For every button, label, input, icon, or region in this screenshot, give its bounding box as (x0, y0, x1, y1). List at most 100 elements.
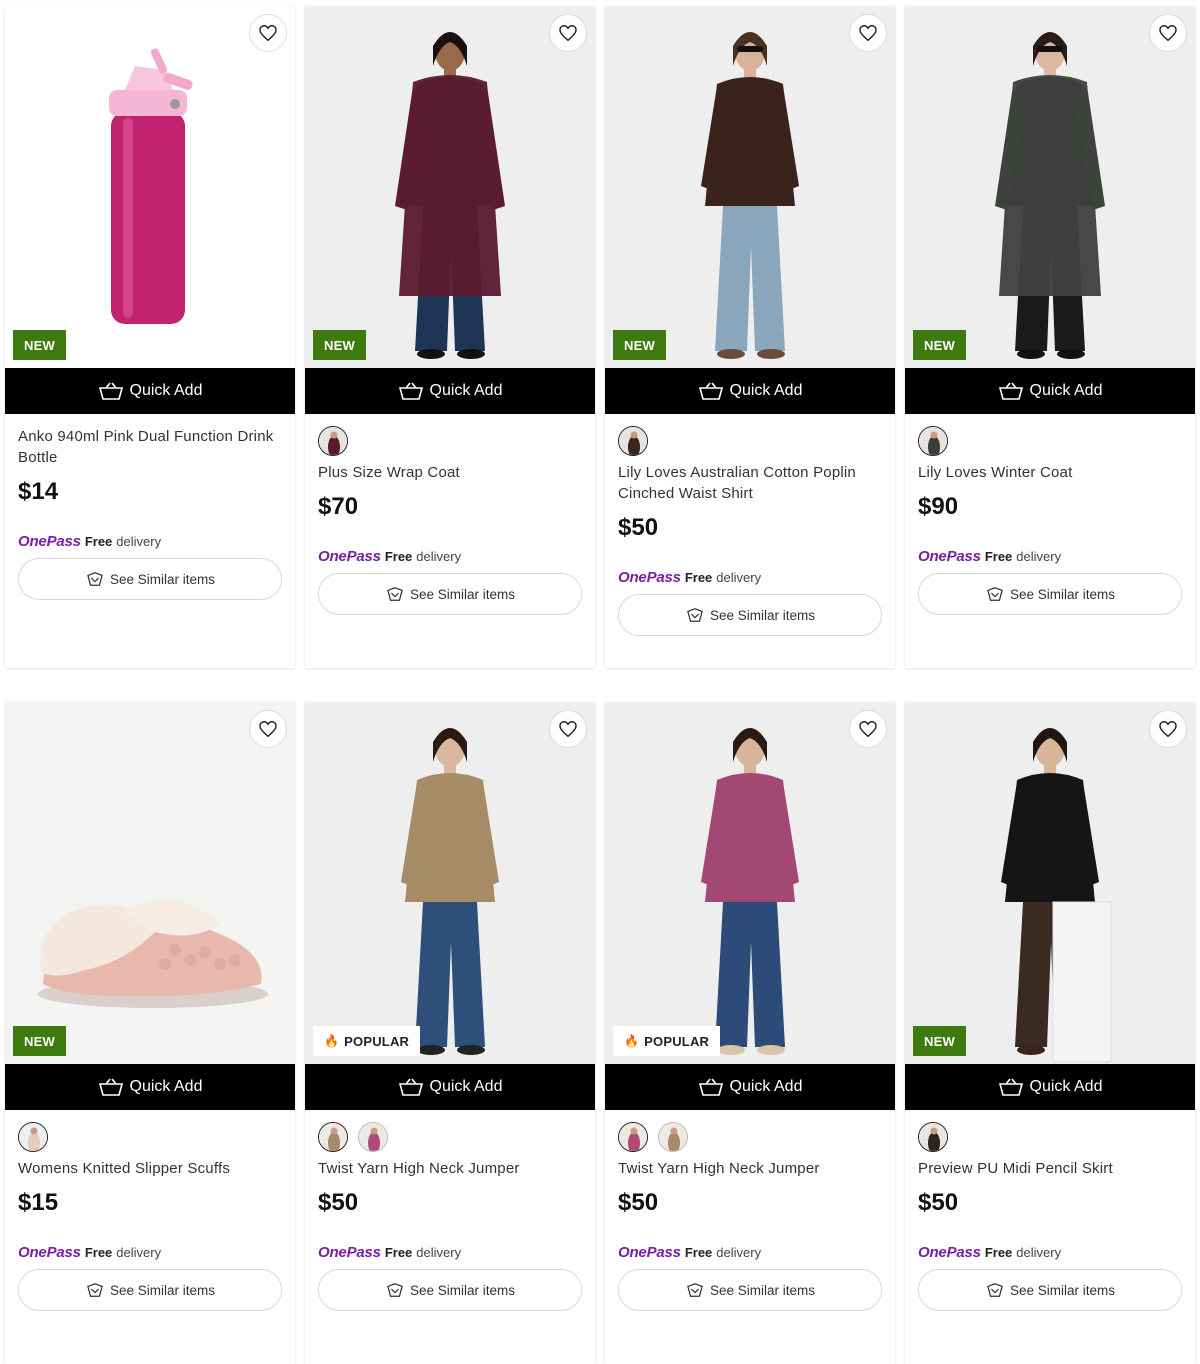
basket-icon (98, 1078, 130, 1096)
onepass-logo: OnePass (918, 548, 981, 565)
onepass-delivery: OnePass Free delivery (618, 1244, 882, 1261)
product-image[interactable]: NEW (905, 6, 1195, 368)
wishlist-button[interactable] (549, 14, 587, 52)
color-swatch-charcoal[interactable] (918, 426, 948, 456)
product-name[interactable]: Twist Yarn High Neck Jumper (618, 1158, 882, 1179)
popular-badge: 🔥 POPULAR (313, 1026, 421, 1056)
product-image[interactable]: NEW (305, 6, 595, 368)
product-name[interactable]: Plus Size Wrap Coat (318, 462, 582, 483)
new-badge: NEW (313, 330, 366, 360)
product-image[interactable]: NEW (605, 6, 895, 368)
delivery-label: delivery (116, 1245, 162, 1260)
quick-add-button[interactable]: Quick Add (905, 368, 1195, 414)
color-swatch-berry[interactable] (358, 1122, 388, 1152)
product-card[interactable]: NEW Quick Add Lily Loves Winter Coat $90… (905, 6, 1195, 668)
similar-icon (985, 586, 1010, 602)
product-info: Lily Loves Australian Cotton Poplin Cinc… (605, 414, 895, 636)
product-name[interactable]: Preview PU Midi Pencil Skirt (918, 1158, 1182, 1179)
product-card[interactable]: NEW Quick Add Preview PU Midi Pencil Ski… (905, 702, 1195, 1364)
product-card[interactable]: 🔥 POPULAR Quick Add Twist Yarn High Neck … (605, 702, 895, 1364)
product-price: $50 (318, 1189, 359, 1216)
product-info: Preview PU Midi Pencil Skirt $50 OnePass… (905, 1110, 1195, 1311)
heart-icon (559, 25, 577, 41)
product-name[interactable]: Womens Knitted Slipper Scuffs (18, 1158, 282, 1179)
product-name[interactable]: Lily Loves Australian Cotton Poplin Cinc… (618, 462, 882, 504)
color-swatches (18, 1122, 282, 1154)
product-photo (5, 702, 295, 1064)
delivery-label: delivery (116, 534, 162, 549)
product-name[interactable]: Lily Loves Winter Coat (918, 462, 1182, 483)
product-card[interactable]: NEW Quick Add Plus Size Wrap Coat $70 On… (305, 6, 595, 668)
free-label: Free (984, 1245, 1013, 1260)
onepass-logo: OnePass (18, 533, 81, 550)
product-price: $70 (318, 493, 359, 520)
wishlist-button[interactable] (1149, 14, 1187, 52)
see-similar-button[interactable]: See Similar items (318, 1269, 582, 1311)
see-similar-button[interactable]: See Similar items (318, 573, 582, 615)
product-info: Lily Loves Winter Coat $90 OnePass Free … (905, 414, 1195, 615)
onepass-delivery: OnePass Free delivery (318, 548, 582, 565)
product-image[interactable]: NEW (5, 6, 295, 368)
quick-add-button[interactable]: Quick Add (605, 1064, 895, 1110)
product-card[interactable]: NEW Quick Add Lily Loves Australian Cott… (605, 6, 895, 668)
color-swatch-chocolate[interactable] (918, 1122, 948, 1152)
quick-add-button[interactable]: Quick Add (305, 368, 595, 414)
product-image[interactable]: NEW (905, 702, 1195, 1064)
see-similar-button[interactable]: See Similar items (18, 558, 282, 600)
see-similar-button[interactable]: See Similar items (618, 594, 882, 636)
color-swatch-oatmeal[interactable] (658, 1122, 688, 1152)
onepass-delivery: OnePass Free delivery (918, 1244, 1182, 1261)
product-name[interactable]: Twist Yarn High Neck Jumper (318, 1158, 582, 1179)
color-swatch-berry[interactable] (618, 1122, 648, 1152)
product-card[interactable]: 🔥 POPULAR Quick Add Twist Yarn High Neck … (305, 702, 595, 1364)
product-photo (605, 702, 895, 1064)
quick-add-button[interactable]: Quick Add (5, 1064, 295, 1110)
basket-icon (98, 382, 130, 400)
color-swatch-oatmeal[interactable] (318, 1122, 348, 1152)
free-label: Free (984, 549, 1013, 564)
see-similar-button[interactable]: See Similar items (918, 573, 1182, 615)
free-label: Free (84, 534, 113, 549)
wishlist-button[interactable] (849, 14, 887, 52)
quick-add-button[interactable]: Quick Add (5, 368, 295, 414)
heart-icon (859, 721, 877, 737)
color-swatch-pink[interactable] (18, 1122, 48, 1152)
similar-icon (85, 1282, 110, 1298)
similar-icon (985, 1282, 1010, 1298)
see-similar-button[interactable]: See Similar items (18, 1269, 282, 1311)
see-similar-button[interactable]: See Similar items (918, 1269, 1182, 1311)
basket-icon (998, 1078, 1030, 1096)
delivery-label: delivery (416, 549, 462, 564)
color-swatches (918, 426, 1182, 458)
flame-icon: 🔥 (624, 1034, 640, 1048)
onepass-logo: OnePass (318, 1244, 381, 1261)
heart-icon (259, 721, 277, 737)
color-swatch-brown[interactable] (618, 426, 648, 456)
product-image[interactable]: NEW (5, 702, 295, 1064)
wishlist-button[interactable] (549, 710, 587, 748)
product-price: $15 (18, 1189, 59, 1216)
onepass-logo: OnePass (618, 569, 681, 586)
color-swatches (318, 426, 582, 458)
wishlist-button[interactable] (849, 710, 887, 748)
product-price: $50 (618, 514, 659, 541)
product-image[interactable]: 🔥 POPULAR (605, 702, 895, 1064)
heart-icon (1159, 25, 1177, 41)
new-badge: NEW (13, 330, 66, 360)
onepass-logo: OnePass (18, 1244, 81, 1261)
quick-add-button[interactable]: Quick Add (905, 1064, 1195, 1110)
basket-icon (998, 382, 1030, 400)
wishlist-button[interactable] (249, 14, 287, 52)
delivery-label: delivery (1016, 549, 1062, 564)
product-card[interactable]: NEW Quick Add Anko 940ml Pink Dual Funct… (5, 6, 295, 668)
see-similar-button[interactable]: See Similar items (618, 1269, 882, 1311)
quick-add-button[interactable]: Quick Add (305, 1064, 595, 1110)
similar-icon (685, 1282, 710, 1298)
quick-add-button[interactable]: Quick Add (605, 368, 895, 414)
product-name[interactable]: Anko 940ml Pink Dual Function Drink Bott… (18, 426, 282, 468)
color-swatch-burgundy[interactable] (318, 426, 348, 456)
wishlist-button[interactable] (249, 710, 287, 748)
product-image[interactable]: 🔥 POPULAR (305, 702, 595, 1064)
product-card[interactable]: NEW Quick Add Womens Knitted Slipper Scu… (5, 702, 295, 1364)
wishlist-button[interactable] (1149, 710, 1187, 748)
